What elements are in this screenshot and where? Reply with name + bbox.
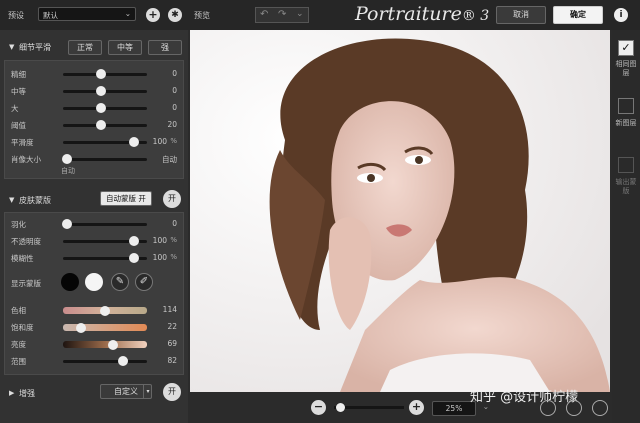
slider-row-fine: 精细 0 (11, 69, 177, 79)
gear-icon[interactable]: ✱ (168, 8, 182, 22)
skin-section-title: 皮肤蒙版 (19, 196, 51, 205)
auto-mask-button[interactable]: 自动蒙版 开 (100, 191, 152, 206)
undo-icon[interactable]: ↶ (260, 9, 268, 20)
new-layer-label: 新图层 (615, 119, 637, 127)
slider-knob[interactable] (95, 69, 106, 79)
chevron-down-icon: ⌄ (124, 9, 131, 18)
slider-row-luminance: 亮度 69 (11, 339, 177, 350)
opacity-slider[interactable] (63, 236, 147, 246)
eyedropper-icon[interactable]: ✎ (111, 273, 129, 291)
slider-knob[interactable] (129, 236, 140, 246)
normal-button[interactable]: 正常 (68, 40, 102, 55)
preset-value: 默认 (43, 11, 58, 20)
preset-label: 预设 (8, 11, 24, 20)
luminance-slider[interactable] (63, 339, 147, 350)
slider-row-feather: 羽化 0 (11, 219, 177, 229)
zoom-in-button[interactable]: + (409, 400, 424, 415)
detail-section-title: 细节平滑 (19, 43, 51, 52)
skin-toggle[interactable]: 开 (163, 190, 181, 208)
slider-knob[interactable] (129, 137, 140, 147)
black-mask-swatch[interactable] (61, 273, 79, 291)
white-mask-swatch[interactable] (85, 273, 103, 291)
enhance-preset-dropdown[interactable]: 自定义 ▾ (100, 384, 152, 399)
slider-knob[interactable] (336, 403, 345, 412)
strong-button[interactable]: 强 (148, 40, 182, 55)
portrait-size-slider[interactable] (62, 154, 147, 164)
fine-slider[interactable] (63, 69, 147, 79)
portrait-photo (190, 30, 610, 392)
slider-row-medium: 中等 0 (11, 86, 177, 96)
history-dropdown-icon[interactable]: ⌄ (296, 9, 304, 19)
app-logo: Portraiture® 3 (355, 3, 490, 25)
same-layer-label: 相同图层 (615, 60, 637, 77)
collapse-arrow-icon[interactable]: ▼ (9, 43, 14, 51)
chevron-down-icon: ▾ (143, 385, 152, 398)
slider-row-hue: 色相 114 (11, 305, 177, 316)
single-view-icon[interactable] (540, 400, 556, 416)
slider-row-range: 范围 82 (11, 356, 177, 366)
expand-arrow-icon[interactable]: ▶ (9, 389, 14, 397)
hue-slider[interactable] (63, 305, 147, 316)
skin-section: 羽化 0 不透明度 100% 模糊性 100% 显示蒙版 ✎ ✐ 色相 114 饱和度 2… (4, 212, 184, 375)
info-icon[interactable]: i (614, 8, 628, 22)
watermark-text: 知乎 @设计师柠檬 (470, 390, 579, 405)
slider-row-threshold: 阈值 20 (11, 120, 177, 130)
split-vertical-icon[interactable] (592, 400, 608, 416)
preview-image[interactable] (190, 30, 610, 392)
checkbox-icon[interactable]: ✓ (618, 40, 634, 56)
export-mask-label: 输出蒙版 (615, 178, 637, 195)
medium-slider[interactable] (63, 86, 147, 96)
enhance-section-title: 增强 (19, 389, 35, 398)
slider-knob[interactable] (95, 120, 106, 130)
ok-button[interactable]: 确定 (553, 6, 603, 24)
feather-slider[interactable] (62, 219, 147, 229)
show-mask-label: 显示蒙版 (11, 279, 41, 288)
new-layer-icon[interactable] (618, 98, 634, 114)
split-horizontal-icon[interactable] (566, 400, 582, 416)
slider-row-large: 大0 (11, 103, 177, 113)
slider-row-smoothness: 平滑度 100% (11, 137, 177, 147)
medium-button[interactable]: 中等 (108, 40, 142, 55)
threshold-slider[interactable] (63, 120, 147, 130)
range-slider[interactable] (63, 356, 147, 366)
slider-knob[interactable] (100, 305, 110, 316)
slider-knob[interactable] (62, 154, 73, 164)
add-preset-button[interactable]: + (146, 8, 160, 22)
large-slider[interactable] (63, 103, 147, 113)
zoom-slider[interactable] (334, 403, 404, 412)
smoothness-slider[interactable] (63, 137, 147, 147)
slider-row-fuzziness: 模糊性 100% (11, 253, 177, 263)
portrait-size-sub: 自动 (61, 167, 75, 175)
collapse-arrow-icon[interactable]: ▼ (9, 196, 14, 204)
undo-redo-group: ↶ ↷ ⌄ (255, 7, 309, 23)
slider-knob[interactable] (95, 103, 106, 113)
slider-knob[interactable] (108, 339, 119, 350)
slider-knob[interactable] (129, 253, 140, 263)
zoom-out-button[interactable]: − (311, 400, 326, 415)
enhance-toggle[interactable]: 开 (163, 383, 181, 401)
eyedropper-plus-icon[interactable]: ✐ (135, 273, 153, 291)
slider-row-portrait-size: 肖像大小 自动 (11, 154, 177, 164)
slider-knob[interactable] (62, 219, 73, 229)
detail-section: 精细 0 中等 0 大0 阈值 20 平滑度 100% 肖像大小 自动 自动 (4, 60, 184, 179)
export-mask-icon[interactable] (618, 157, 634, 173)
fuzziness-slider[interactable] (63, 253, 147, 263)
slider-knob[interactable] (95, 86, 106, 96)
right-strip (612, 30, 640, 423)
slider-knob[interactable] (118, 356, 129, 366)
cancel-button[interactable]: 取消 (496, 6, 546, 24)
slider-row-saturation: 饱和度 22 (11, 322, 177, 333)
slider-knob[interactable] (76, 322, 87, 333)
preset-dropdown[interactable]: 默认 ⌄ (38, 7, 136, 21)
saturation-slider[interactable] (63, 322, 147, 333)
preview-label: 预览 (194, 11, 210, 20)
redo-icon[interactable]: ↷ (278, 9, 286, 20)
slider-row-opacity: 不透明度 100% (11, 236, 177, 246)
